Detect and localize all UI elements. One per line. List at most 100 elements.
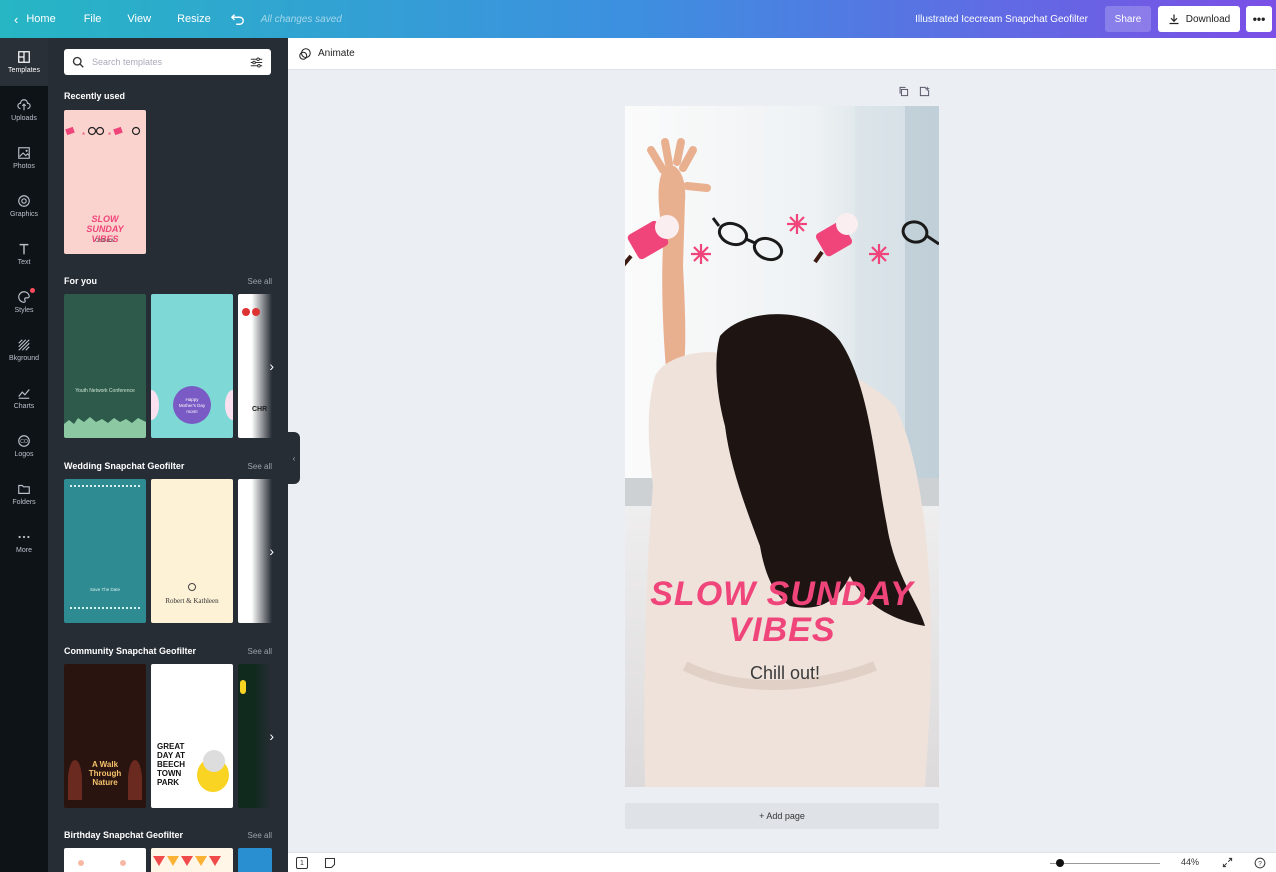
rail-background[interactable]: Bkground bbox=[0, 326, 48, 374]
page-tools bbox=[898, 86, 930, 97]
page-number: 1 bbox=[300, 859, 304, 867]
community-thumb-3[interactable] bbox=[238, 664, 272, 808]
floral-border bbox=[70, 485, 140, 495]
undo-button[interactable] bbox=[221, 0, 255, 38]
chevron-right-icon[interactable]: › bbox=[269, 543, 274, 559]
decor-shape bbox=[240, 680, 246, 694]
rail-label: Styles bbox=[14, 307, 34, 314]
birthday-thumb-2[interactable] bbox=[151, 848, 233, 872]
rail-folders[interactable]: Folders bbox=[0, 470, 48, 518]
canvas-artwork bbox=[625, 106, 939, 787]
wedding-thumb-1[interactable]: Save The Date bbox=[64, 479, 146, 623]
animate-button[interactable]: Animate bbox=[298, 47, 355, 61]
svg-text:*: * bbox=[108, 131, 111, 140]
ring-icon bbox=[188, 583, 196, 591]
rail-logos[interactable]: CO Logos bbox=[0, 422, 48, 470]
rail-text[interactable]: Text bbox=[0, 230, 48, 278]
rail-charts[interactable]: Charts bbox=[0, 374, 48, 422]
animate-icon bbox=[299, 47, 311, 60]
houses-illustration bbox=[64, 417, 146, 438]
icecream-glasses-illustration: ** bbox=[65, 126, 141, 140]
save-status: All changes saved bbox=[260, 13, 342, 25]
birthday-thumb-3[interactable] bbox=[238, 848, 272, 872]
add-page-icon[interactable] bbox=[919, 86, 930, 97]
background-icon bbox=[18, 339, 30, 351]
birthday-see-all[interactable]: See all bbox=[248, 831, 272, 840]
download-button[interactable]: Download bbox=[1158, 6, 1240, 32]
add-page-button[interactable]: + Add page bbox=[625, 803, 939, 829]
svg-text:*: * bbox=[82, 131, 85, 140]
notes-icon[interactable] bbox=[324, 857, 336, 869]
help-icon[interactable]: ? bbox=[1254, 857, 1266, 869]
bunting-illustration bbox=[153, 856, 221, 866]
rail-label: Text bbox=[17, 259, 31, 266]
notification-dot bbox=[30, 288, 35, 293]
share-button[interactable]: Share bbox=[1105, 6, 1151, 32]
wedding-see-all[interactable]: See all bbox=[248, 462, 272, 471]
folder-icon bbox=[18, 484, 30, 494]
search-input[interactable] bbox=[92, 57, 242, 67]
foryou-see-all[interactable]: See all bbox=[248, 277, 272, 286]
canvas-headline[interactable]: SLOW SUNDAY VIBES bbox=[649, 576, 915, 648]
community-thumb-1-text: A Walk Through Nature bbox=[88, 760, 122, 787]
rail-graphics[interactable]: Graphics bbox=[0, 182, 48, 230]
foryou-thumb-3-text: CHR bbox=[252, 406, 268, 413]
more-options-button[interactable]: ••• bbox=[1246, 6, 1272, 32]
rail-photos[interactable]: Photos bbox=[0, 134, 48, 182]
download-icon bbox=[1169, 14, 1179, 25]
recent-thumb-sub: Chill out! bbox=[95, 238, 115, 244]
rail-label: Uploads bbox=[11, 115, 37, 122]
collapse-panel-button[interactable]: ‹ bbox=[288, 432, 300, 484]
zoom-slider-handle[interactable] bbox=[1056, 859, 1064, 867]
file-menu[interactable]: File bbox=[74, 0, 112, 38]
rail-uploads[interactable]: Uploads bbox=[0, 86, 48, 134]
logo-icon: CO bbox=[18, 435, 30, 447]
community-see-all[interactable]: See all bbox=[248, 647, 272, 656]
foryou-thumb-1[interactable]: Youth Network Conference bbox=[64, 294, 146, 438]
bottom-bar: 1 44% ? bbox=[288, 852, 1276, 872]
search-box[interactable] bbox=[64, 49, 271, 75]
duplicate-page-icon[interactable] bbox=[898, 86, 909, 97]
view-menu[interactable]: View bbox=[117, 0, 161, 38]
rail-styles[interactable]: Styles bbox=[0, 278, 48, 326]
page-number-button[interactable]: 1 bbox=[296, 857, 308, 869]
fullscreen-icon[interactable] bbox=[1222, 857, 1233, 868]
home-button[interactable]: ‹ Home bbox=[0, 0, 66, 38]
rail-templates[interactable]: Templates bbox=[0, 38, 48, 86]
wedding-thumb-1-text: Save The Date bbox=[90, 587, 120, 592]
community-title: Community Snapchat Geofilter bbox=[64, 646, 197, 656]
community-thumb-1[interactable]: A Walk Through Nature bbox=[64, 664, 146, 808]
wedding-thumb-2[interactable]: Robert & Kathleen bbox=[151, 479, 233, 623]
rail-more[interactable]: More bbox=[0, 518, 48, 566]
zoom-slider-track[interactable] bbox=[1050, 863, 1160, 864]
zoom-level[interactable]: 44% bbox=[1181, 857, 1199, 867]
birthday-thumb-1[interactable] bbox=[64, 848, 146, 872]
design-canvas[interactable]: SLOW SUNDAY VIBES Chill out! bbox=[625, 106, 939, 787]
upload-icon bbox=[17, 99, 31, 111]
rail-label: Charts bbox=[13, 403, 35, 410]
decor-shape bbox=[151, 390, 159, 420]
palette-icon bbox=[18, 291, 30, 303]
rail-label: Graphics bbox=[9, 211, 38, 218]
document-title[interactable]: Illustrated Icecream Snapchat Geofilter bbox=[915, 0, 1088, 38]
foryou-thumb-2[interactable]: Happy Mother's Day mom! bbox=[151, 294, 233, 438]
birthday-title: Birthday Snapchat Geofilter bbox=[64, 830, 184, 840]
floral-border bbox=[70, 603, 140, 609]
chevron-right-icon[interactable]: › bbox=[269, 358, 274, 374]
canvas-subtext[interactable]: Chill out! bbox=[625, 663, 939, 684]
photo-icon bbox=[18, 147, 30, 159]
graphics-icon bbox=[18, 195, 30, 207]
left-rail: Templates Uploads Photos Graphics Text S… bbox=[0, 38, 48, 872]
foryou-thumb-2-text: Happy Mother's Day mom! bbox=[178, 397, 206, 414]
wedding-thumb-3[interactable] bbox=[238, 479, 272, 623]
rail-label: Photos bbox=[13, 163, 35, 170]
filter-icon[interactable] bbox=[250, 56, 263, 69]
ellipsis-icon: ••• bbox=[1252, 12, 1266, 26]
foryou-thumb-3[interactable]: CHR bbox=[238, 294, 272, 438]
chevron-right-icon[interactable]: › bbox=[269, 728, 274, 744]
resize-menu[interactable]: Resize bbox=[167, 0, 221, 38]
recent-template-thumb[interactable]: * * SLOW SUNDAY VIBES Chill out! bbox=[64, 110, 146, 254]
rail-label: Logos bbox=[14, 451, 34, 458]
community-thumb-2[interactable]: GREAT DAY AT BEECH TOWN PARK bbox=[151, 664, 233, 808]
foryou-title: For you bbox=[64, 276, 97, 286]
